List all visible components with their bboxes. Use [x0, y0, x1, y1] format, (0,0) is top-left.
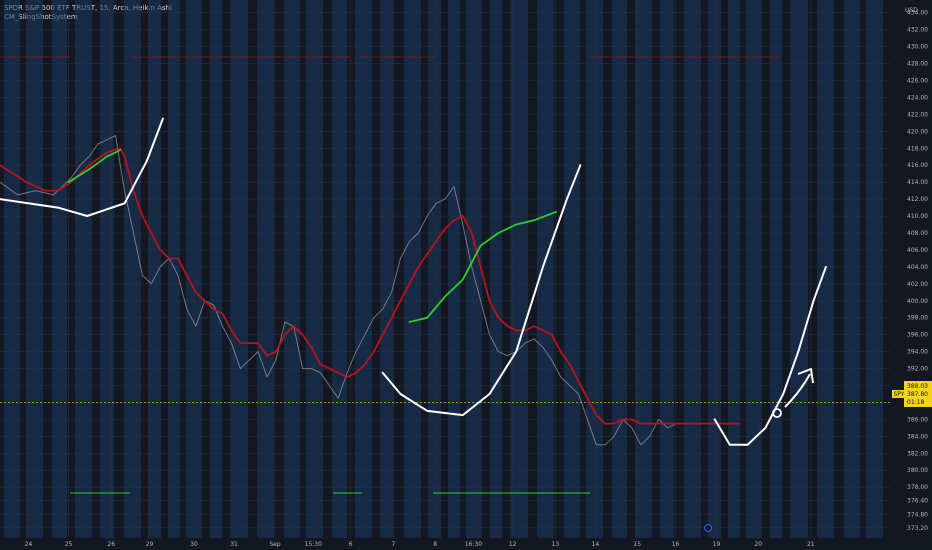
x-tick-label: 7: [391, 541, 395, 548]
x-tick-label: 25: [65, 541, 73, 548]
y-tick-label: 420.00: [907, 128, 928, 135]
y-tick-label: 392.00: [907, 366, 928, 373]
price-tags: SPY 388.03 387.80 01:18: [892, 381, 932, 407]
x-tick-label: 15: [633, 541, 641, 548]
x-tick-label: 21: [807, 541, 815, 548]
x-tick-label: 20: [754, 541, 762, 548]
countdown-tag: 01:18: [907, 399, 924, 406]
y-tick-label: 398.00: [907, 315, 928, 322]
y-tick-label: 426.00: [907, 77, 928, 84]
x-tick-label: 8: [433, 541, 437, 548]
x-tick-label: Sep: [269, 541, 281, 548]
x-tick-label: 12: [509, 541, 517, 548]
y-tick-label: 376.40: [907, 498, 928, 505]
y-tick-label: 422.00: [907, 111, 928, 118]
y-tick-label: 414.00: [907, 179, 928, 186]
y-tick-label: 402.00: [907, 281, 928, 288]
price-axis[interactable]: USD 373.20374.80376.40378.00380.00382.00…: [905, 7, 928, 532]
y-tick-label: 424.00: [907, 94, 928, 101]
y-tick-label: 428.00: [907, 61, 928, 68]
x-tick-label: 16: [672, 541, 680, 548]
y-tick-label: 410.00: [907, 213, 928, 220]
y-tick-label: 400.00: [907, 298, 928, 305]
y-tick-label: 384.00: [907, 433, 928, 440]
x-tick-label: 6: [349, 541, 353, 548]
y-tick-label: 394.00: [907, 349, 928, 356]
y-tick-label: 382.00: [907, 450, 928, 457]
x-tick-label: 15:30: [305, 541, 322, 548]
y-tick-label: 406.00: [907, 247, 928, 254]
price-tag: 387.80: [907, 391, 928, 398]
x-tick-label: 30: [190, 541, 198, 548]
y-tick-label: 412.00: [907, 196, 928, 203]
symbol-tag: SPY: [894, 391, 905, 398]
y-tick-label: 434.00: [907, 10, 928, 17]
y-tick-label: 373.20: [907, 525, 928, 532]
y-tick-label: 380.00: [907, 467, 928, 474]
y-tick-label: 408.00: [907, 230, 928, 237]
y-tick-label: 374.80: [907, 511, 928, 518]
x-tick-label: 13: [552, 541, 560, 548]
time-axis[interactable]: 24 25 26 29 30 31 Sep 15:30 6 7 8 16:30 12 13 14 15 16 19…: [25, 541, 815, 548]
x-tick-label: 31: [230, 541, 238, 548]
x-tick-label: 19: [713, 541, 721, 548]
y-tick-label: 430.00: [907, 44, 928, 51]
y-tick-label: 378.00: [907, 484, 928, 491]
x-tick-label: 26: [107, 541, 115, 548]
event-marker[interactable]: [704, 524, 712, 532]
y-tick-label: 416.00: [907, 162, 928, 169]
x-tick-label: 29: [146, 541, 154, 548]
y-tick-label: 386.00: [907, 416, 928, 423]
y-tick-label: 432.00: [907, 27, 928, 34]
x-tick-label: 14: [592, 541, 600, 548]
price-chart[interactable]: USD 373.20374.80376.40378.00380.00382.00…: [0, 0, 932, 550]
y-tick-label: 396.00: [907, 332, 928, 339]
y-tick-label: 418.00: [907, 145, 928, 152]
x-tick-label: 16:30: [465, 541, 482, 548]
y-tick-label: 404.00: [907, 264, 928, 271]
x-tick-label: 24: [25, 541, 33, 548]
level-tag: 388.03: [907, 383, 928, 390]
